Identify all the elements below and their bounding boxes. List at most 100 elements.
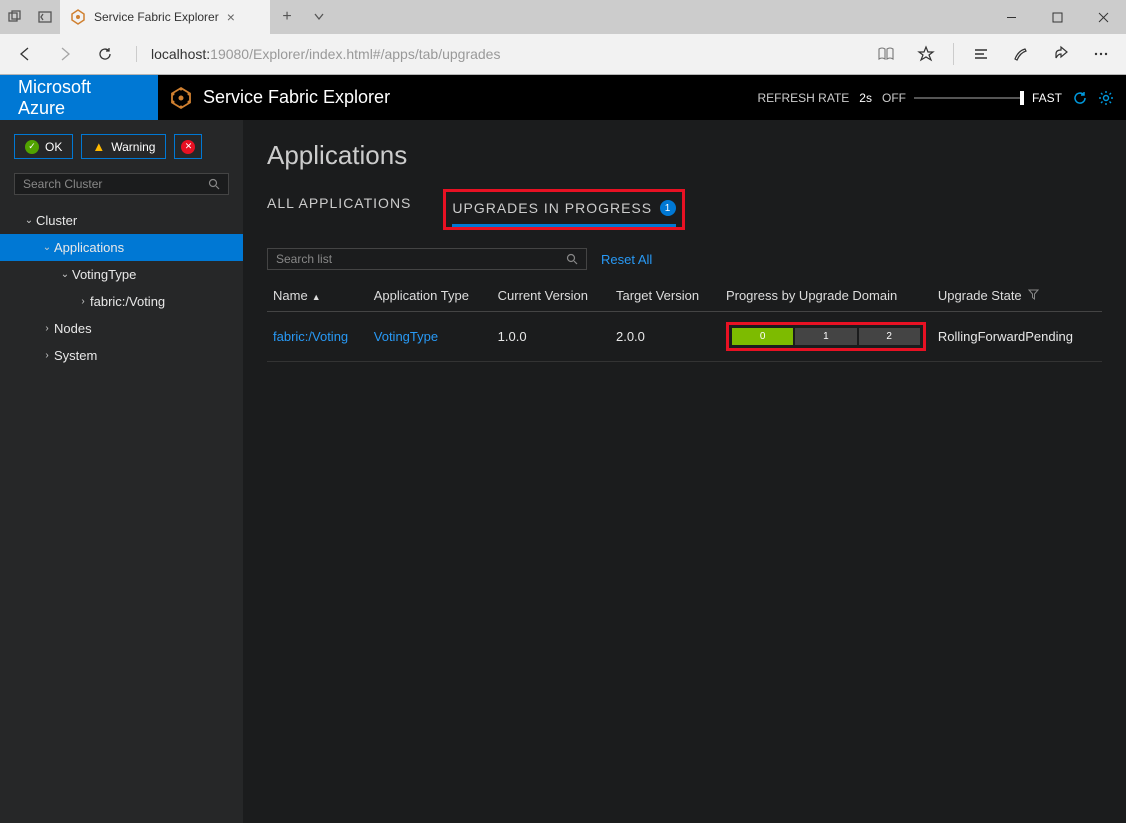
status-ok-label: OK [45,140,62,154]
col-upgrade-state[interactable]: Upgrade State [932,280,1102,312]
tree-cluster[interactable]: ⌄Cluster [0,207,243,234]
col-current-version[interactable]: Current Version [492,280,610,312]
app-logo-icon [158,75,203,120]
chevron-down-icon: ⌄ [40,242,54,253]
new-tab-button[interactable]: + [270,8,304,26]
title-left-group: Service Fabric Explorer × + [0,0,334,34]
upgrade-domain-0: 0 [732,328,793,345]
slider-off-label: OFF [882,91,906,105]
url-host: localhost: [151,46,210,62]
cell-upgrade-state: RollingForwardPending [932,312,1102,362]
error-icon: ✕ [181,140,195,154]
tab-upgrades-badge: 1 [660,200,676,216]
tree-system-label: System [54,348,97,363]
cell-progress: 0 1 2 [720,312,932,362]
share-icon[interactable] [1044,37,1078,71]
col-progress[interactable]: Progress by Upgrade Domain [720,280,932,312]
refresh-now-icon[interactable] [1072,90,1088,106]
reading-view-icon[interactable] [869,37,903,71]
chevron-right-icon: › [40,323,54,334]
search-list-input[interactable] [276,252,566,266]
tab-chevron-icon[interactable] [304,11,334,23]
slider-track[interactable] [914,97,1024,99]
tab-favicon-icon [70,9,86,25]
set-aside-tabs-icon[interactable] [30,0,60,34]
browser-tab[interactable]: Service Fabric Explorer × [60,0,270,34]
cluster-tree: ⌄Cluster ⌄Applications ⌄VotingType ›fabr… [0,207,243,369]
notes-icon[interactable] [1004,37,1038,71]
settings-gear-icon[interactable] [1098,90,1114,106]
favorite-icon[interactable] [909,37,943,71]
tree-applications[interactable]: ⌄Applications [0,234,243,261]
tree-nodes-label: Nodes [54,321,92,336]
slider-thumb[interactable] [1020,91,1024,105]
address-bar: localhost:19080/Explorer/index.html#/app… [0,34,1126,75]
highlight-box-progress: 0 1 2 [726,322,926,351]
close-window-button[interactable] [1080,0,1126,34]
search-icon [566,253,578,265]
chevron-down-icon: ⌄ [58,269,72,280]
search-cluster-box[interactable] [14,173,229,195]
url-path: 19080/Explorer/index.html#/apps/tab/upgr… [210,46,500,62]
status-error-button[interactable]: ✕ [174,134,202,159]
tab-actions-icon[interactable] [0,0,30,34]
col-target-version[interactable]: Target Version [610,280,720,312]
refresh-rate-label: REFRESH RATE [758,91,850,105]
upgrade-domain-2: 2 [859,328,920,345]
brand-label[interactable]: Microsoft Azure [0,75,158,120]
more-icon[interactable] [1084,37,1118,71]
sort-asc-icon: ▲ [312,292,321,302]
address-bar-right [869,37,1118,71]
maximize-button[interactable] [1034,0,1080,34]
content-tabs: ALL APPLICATIONS UPGRADES IN PROGRESS 1 [267,189,1102,230]
status-filter-row: ✓ OK ▲ Warning ✕ [0,134,243,173]
reset-all-link[interactable]: Reset All [601,252,652,267]
tab-close-icon[interactable]: × [227,9,235,25]
col-app-type[interactable]: Application Type [368,280,492,312]
filter-icon[interactable] [1028,291,1039,303]
toolbar: Reset All [267,248,1102,270]
hub-icon[interactable] [964,37,998,71]
status-warning-button[interactable]: ▲ Warning [81,134,166,159]
search-list-box[interactable] [267,248,587,270]
app-header: Microsoft Azure Service Fabric Explorer … [0,75,1126,120]
tree-votingtype-label: VotingType [72,267,136,282]
tab-upgrades-in-progress[interactable]: UPGRADES IN PROGRESS 1 [452,194,676,227]
col-name[interactable]: Name▲ [267,280,368,312]
cell-app-type[interactable]: VotingType [368,312,492,362]
upgrade-domain-1: 1 [795,328,856,345]
browser-title-bar: Service Fabric Explorer × + [0,0,1126,34]
content: Applications ALL APPLICATIONS UPGRADES I… [243,120,1126,823]
minimize-button[interactable] [988,0,1034,34]
header-right: REFRESH RATE 2s OFF FAST [758,90,1126,106]
sidebar: ✓ OK ▲ Warning ✕ ⌄Cluster ⌄Applications … [0,120,243,823]
tree-nodes[interactable]: ›Nodes [0,315,243,342]
cell-target-version: 2.0.0 [610,312,720,362]
forward-button[interactable] [48,37,82,71]
refresh-slider[interactable]: OFF FAST [882,91,1062,105]
tree-voting-app-label: fabric:/Voting [90,294,165,309]
chevron-right-icon: › [40,350,54,361]
cell-current-version: 1.0.0 [492,312,610,362]
url-field[interactable]: localhost:19080/Explorer/index.html#/app… [136,46,863,62]
search-icon [208,178,220,190]
tree-system[interactable]: ›System [0,342,243,369]
refresh-button[interactable] [88,37,122,71]
warning-icon: ▲ [92,139,105,154]
tree-voting-app[interactable]: ›fabric:/Voting [0,288,243,315]
back-button[interactable] [8,37,42,71]
cell-name[interactable]: fabric:/Voting [267,312,368,362]
chevron-right-icon: › [76,296,90,307]
search-cluster-input[interactable] [23,177,208,191]
highlight-box-tab: UPGRADES IN PROGRESS 1 [443,189,685,230]
tab-title: Service Fabric Explorer [94,10,219,24]
status-ok-button[interactable]: ✓ OK [14,134,73,159]
browser-chrome: Service Fabric Explorer × + localhost:19… [0,0,1126,75]
main-area: ✓ OK ▲ Warning ✕ ⌄Cluster ⌄Applications … [0,120,1126,823]
chevron-down-icon: ⌄ [22,215,36,226]
tab-all-applications[interactable]: ALL APPLICATIONS [267,189,411,230]
tree-votingtype[interactable]: ⌄VotingType [0,261,243,288]
slider-fast-label: FAST [1032,91,1062,105]
tab-upgrades-label: UPGRADES IN PROGRESS [452,200,652,216]
table-row: fabric:/Voting VotingType 1.0.0 2.0.0 0 … [267,312,1102,362]
